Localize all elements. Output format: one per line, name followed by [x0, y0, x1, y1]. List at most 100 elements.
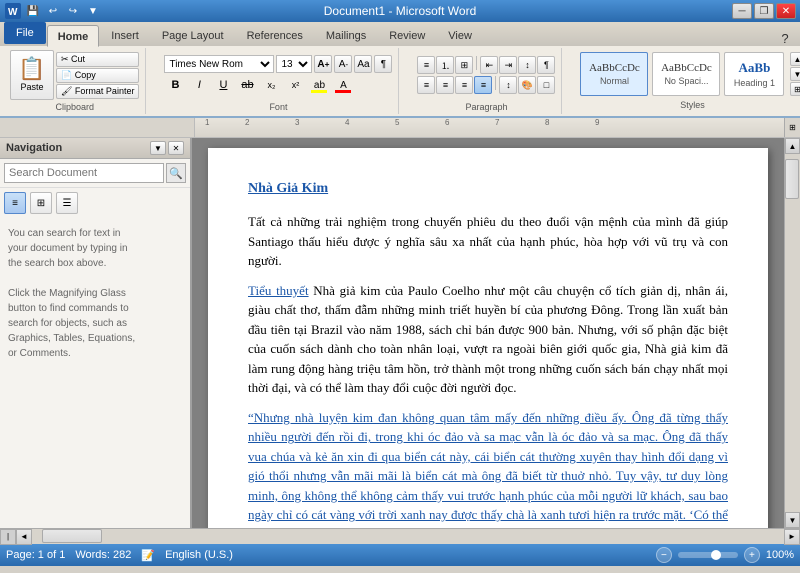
ruler-corner-right: ⊞: [784, 118, 800, 137]
clipboard-content: 📋 Paste ✂ Cut 📄 Copy 🖌 Format Painter: [10, 50, 139, 100]
redo-quick-btn[interactable]: ↪: [64, 3, 82, 19]
clear-format-btn[interactable]: ¶: [374, 55, 392, 73]
styles-scroll-up[interactable]: ▲: [790, 52, 800, 66]
italic-button[interactable]: I: [188, 75, 210, 95]
style-heading1[interactable]: AaBb Heading 1: [724, 52, 784, 96]
title-bar: W 💾 ↩ ↪ ▼ Document1 - Microsoft Word ─ ❐…: [0, 0, 800, 22]
font-size-select[interactable]: 13: [276, 55, 312, 73]
highlight-button[interactable]: ab: [308, 75, 330, 95]
zoom-slider[interactable]: [678, 552, 738, 558]
font-color-button[interactable]: A: [332, 75, 354, 95]
tab-home[interactable]: Home: [47, 25, 100, 47]
paste-icon: 📋: [18, 58, 45, 80]
tab-mailings[interactable]: Mailings: [315, 24, 377, 46]
ruler-corner: [0, 118, 195, 137]
nav-panel-title: Navigation: [6, 142, 62, 154]
bold-button[interactable]: B: [164, 75, 186, 95]
save-quick-btn[interactable]: 💾: [24, 3, 42, 19]
nav-browse-pages-btn[interactable]: ⊞: [30, 192, 52, 214]
doc-para-2: Tiểu thuyết Nhà giả kim của Paulo Coelho…: [248, 281, 728, 398]
tab-insert[interactable]: Insert: [100, 24, 150, 46]
change-case-btn[interactable]: Aa: [354, 55, 372, 73]
content-row: Navigation ▼ ✕ 🔍 ≡ ⊞ ☰ You can search fo…: [0, 138, 800, 528]
ribbon-help-btn[interactable]: ?: [778, 30, 796, 46]
shading-btn[interactable]: 🎨: [518, 76, 536, 94]
document-page: Nhà Giả Kim Tất cả những trải nghiệm tro…: [208, 148, 768, 528]
para-controls: ≡ ⒈ ⊞ ⇤ ⇥ ↕ ¶ ≡ ≡ ≡ ≡: [417, 56, 555, 94]
word-icon: W: [4, 3, 22, 19]
bottom-area: | ◄ ► Page: 1 of 1 Words: 282 📝 English …: [0, 528, 800, 566]
close-btn[interactable]: ✕: [776, 3, 796, 19]
multilevel-list-btn[interactable]: ⊞: [455, 56, 473, 74]
style-normal-label: Normal: [600, 76, 629, 86]
style-no-spacing[interactable]: AaBbCcDc No Spaci...: [652, 52, 720, 96]
font-row-2: B I U ab x₂ x² ab A: [164, 75, 392, 95]
align-right-btn[interactable]: ≡: [455, 76, 473, 94]
h-scroll-track[interactable]: [32, 529, 784, 544]
nav-down-btn[interactable]: ▼: [150, 141, 166, 155]
zoom-out-btn[interactable]: −: [656, 547, 672, 563]
spell-check-icon: 📝: [141, 549, 155, 562]
numbering-btn[interactable]: ⒈: [436, 56, 454, 74]
font-shrink-btn[interactable]: A-: [334, 55, 352, 73]
nav-panel-header: Navigation ▼ ✕: [0, 138, 190, 159]
minimize-btn[interactable]: ─: [732, 3, 752, 19]
nav-close-btn[interactable]: ✕: [168, 141, 184, 155]
cut-button[interactable]: ✂ Cut: [56, 52, 139, 67]
superscript-button[interactable]: x²: [284, 75, 306, 95]
tab-references[interactable]: References: [236, 24, 314, 46]
search-icon-button[interactable]: 🔍: [166, 163, 186, 183]
line-spacing-btn[interactable]: ↕: [499, 76, 517, 94]
copy-button[interactable]: 📄 Copy: [56, 68, 139, 83]
tab-file[interactable]: File: [4, 22, 46, 44]
scroll-thumb[interactable]: [785, 159, 799, 199]
scroll-up-btn[interactable]: ▲: [785, 138, 800, 154]
subscript-button[interactable]: x₂: [260, 75, 282, 95]
search-input[interactable]: [4, 163, 164, 183]
styles-more-btn[interactable]: ⊞: [790, 82, 800, 96]
tab-review[interactable]: Review: [378, 24, 436, 46]
border-btn[interactable]: □: [537, 76, 555, 94]
paste-button[interactable]: 📋 Paste: [10, 50, 54, 100]
styles-scroll-down[interactable]: ▼: [790, 67, 800, 81]
align-center-btn[interactable]: ≡: [436, 76, 454, 94]
bullets-btn[interactable]: ≡: [417, 56, 435, 74]
doc-para-1: Tất cả những trải nghiệm trong chuyến ph…: [248, 212, 728, 271]
para-content: ≡ ⒈ ⊞ ⇤ ⇥ ↕ ¶ ≡ ≡ ≡ ≡: [417, 50, 555, 100]
h-scroll-thumb[interactable]: [42, 529, 102, 543]
scroll-down-btn[interactable]: ▼: [785, 512, 800, 528]
group-styles: AaBbCcDc Normal AaBbCcDc No Spaci... AaB…: [574, 48, 800, 114]
tab-view[interactable]: View: [437, 24, 483, 46]
undo-quick-btn[interactable]: ↩: [44, 3, 62, 19]
nav-controls: ▼ ✕: [150, 141, 184, 155]
zoom-level[interactable]: 100%: [766, 549, 794, 561]
h-scroll-left-btn[interactable]: ◄: [16, 529, 32, 545]
nav-help-text: You can search for text in your document…: [0, 218, 190, 528]
status-left: Page: 1 of 1 Words: 282 📝 English (U.S.): [6, 549, 233, 562]
decrease-indent-btn[interactable]: ⇤: [480, 56, 498, 74]
nav-browse-headings-btn[interactable]: ≡: [4, 192, 26, 214]
sort-btn[interactable]: ↕: [518, 56, 536, 74]
quick-access-dropdown[interactable]: ▼: [84, 3, 102, 19]
language[interactable]: English (U.S.): [165, 549, 233, 561]
underline-button[interactable]: U: [212, 75, 234, 95]
scroll-track[interactable]: [785, 154, 800, 512]
font-family-select[interactable]: Times New Rom: [164, 55, 274, 73]
style-normal[interactable]: AaBbCcDc Normal: [580, 52, 648, 96]
show-formatting-btn[interactable]: ¶: [537, 56, 555, 74]
split-btn[interactable]: |: [0, 529, 16, 545]
strikethrough-button[interactable]: ab: [236, 75, 258, 95]
restore-btn[interactable]: ❐: [754, 3, 774, 19]
group-paragraph: ≡ ⒈ ⊞ ⇤ ⇥ ↕ ¶ ≡ ≡ ≡ ≡: [411, 48, 562, 114]
font-grow-btn[interactable]: A+: [314, 55, 332, 73]
h-scroll-right-btn[interactable]: ►: [784, 529, 800, 545]
window-controls: ─ ❐ ✕: [732, 3, 796, 19]
zoom-in-btn[interactable]: +: [744, 547, 760, 563]
ribbon-content: 📋 Paste ✂ Cut 📄 Copy 🖌 Format Painter Cl…: [0, 46, 800, 116]
increase-indent-btn[interactable]: ⇥: [499, 56, 517, 74]
format-painter-button[interactable]: 🖌 Format Painter: [56, 84, 139, 99]
nav-browse-results-btn[interactable]: ☰: [56, 192, 78, 214]
justify-btn[interactable]: ≡: [474, 76, 492, 94]
align-left-btn[interactable]: ≡: [417, 76, 435, 94]
tab-page-layout[interactable]: Page Layout: [151, 24, 235, 46]
